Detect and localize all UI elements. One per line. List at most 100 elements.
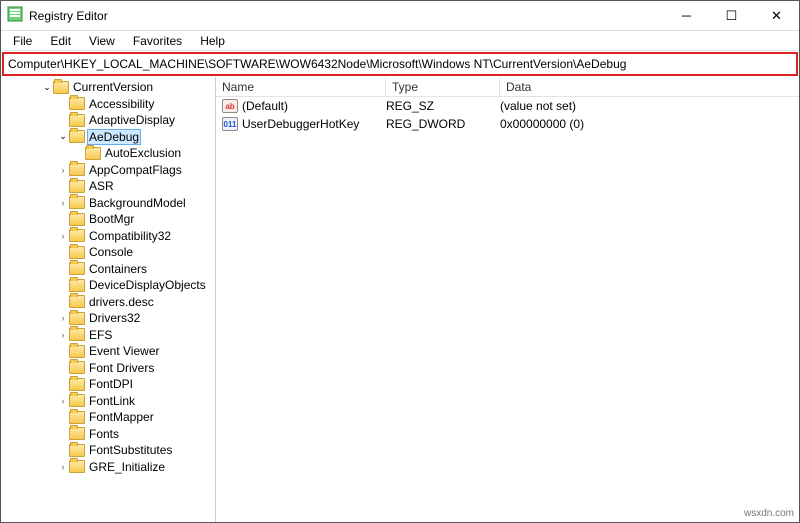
folder-icon — [85, 147, 101, 160]
tree-item-label: Containers — [87, 262, 149, 276]
folder-icon — [69, 114, 85, 127]
folder-icon — [69, 262, 85, 275]
tree-item[interactable]: › AppCompatFlags — [1, 162, 215, 179]
value-row[interactable]: 011UserDebuggerHotKeyREG_DWORD0x00000000… — [216, 115, 799, 133]
column-type[interactable]: Type — [386, 77, 500, 96]
folder-icon — [69, 394, 85, 407]
tree-item[interactable]: Console — [1, 244, 215, 261]
tree-item[interactable]: BootMgr — [1, 211, 215, 228]
folder-icon — [69, 130, 85, 143]
chevron-down-icon[interactable]: ⌄ — [41, 82, 53, 93]
folder-icon — [69, 444, 85, 457]
menu-edit[interactable]: Edit — [42, 32, 79, 50]
titlebar[interactable]: Registry Editor ─ ☐ ✕ — [1, 1, 799, 31]
folder-icon — [69, 97, 85, 110]
tree-item[interactable]: › Compatibility32 — [1, 228, 215, 245]
folder-icon — [69, 163, 85, 176]
tree-item[interactable]: › GRE_Initialize — [1, 459, 215, 476]
chevron-right-icon[interactable]: › — [57, 165, 69, 175]
value-row[interactable]: ab(Default)REG_SZ(value not set) — [216, 97, 799, 115]
tree-item[interactable]: Accessibility — [1, 96, 215, 113]
folder-icon — [53, 81, 69, 94]
folder-icon — [69, 295, 85, 308]
value-type: REG_SZ — [386, 99, 500, 113]
folder-icon — [69, 427, 85, 440]
close-button[interactable]: ✕ — [754, 1, 799, 31]
tree-item[interactable]: ⌄ CurrentVersion — [1, 79, 215, 96]
folder-icon — [69, 460, 85, 473]
tree-item[interactable]: › FontLink — [1, 393, 215, 410]
address-bar-container — [2, 52, 798, 76]
menu-favorites[interactable]: Favorites — [125, 32, 190, 50]
tree-item-label: Event Viewer — [87, 344, 161, 358]
chevron-right-icon[interactable]: › — [57, 313, 69, 323]
folder-icon — [69, 378, 85, 391]
tree-item-label: Compatibility32 — [87, 229, 173, 243]
tree-item-label: FontSubstitutes — [87, 443, 174, 457]
tree-item[interactable]: › EFS — [1, 327, 215, 344]
tree-item-label: Accessibility — [87, 97, 156, 111]
folder-icon — [69, 229, 85, 242]
chevron-right-icon[interactable]: › — [57, 231, 69, 241]
tree-pane[interactable]: ⌄ CurrentVersion Accessibility AdaptiveDisp… — [1, 77, 216, 522]
tree-item[interactable]: Containers — [1, 261, 215, 278]
minimize-button[interactable]: ─ — [664, 1, 709, 31]
value-data: 0x00000000 (0) — [500, 117, 799, 131]
tree-item-label: FontDPI — [87, 377, 135, 391]
tree-item-label: FontLink — [87, 394, 137, 408]
tree-item[interactable]: ASR — [1, 178, 215, 195]
tree-item-label: CurrentVersion — [71, 80, 155, 94]
menu-help[interactable]: Help — [192, 32, 233, 50]
tree-item-label: AutoExclusion — [103, 146, 183, 160]
folder-icon — [69, 345, 85, 358]
address-bar[interactable] — [4, 55, 796, 73]
chevron-right-icon[interactable]: › — [57, 396, 69, 406]
tree-item[interactable]: ⌄ AeDebug — [1, 129, 215, 146]
tree-item-label: Drivers32 — [87, 311, 142, 325]
folder-icon — [69, 279, 85, 292]
folder-icon — [69, 361, 85, 374]
tree-item[interactable]: AdaptiveDisplay — [1, 112, 215, 129]
watermark: wsxdn.com — [744, 508, 794, 519]
maximize-button[interactable]: ☐ — [709, 1, 754, 31]
values-pane: Name Type Data ab(Default)REG_SZ(value n… — [216, 77, 799, 522]
registry-editor-window: Registry Editor ─ ☐ ✕ File Edit View Fav… — [0, 0, 800, 523]
tree-item[interactable]: drivers.desc — [1, 294, 215, 311]
tree-item[interactable]: ›BackgroundModel — [1, 195, 215, 212]
tree-item[interactable]: Event Viewer — [1, 343, 215, 360]
tree-item[interactable]: FontDPI — [1, 376, 215, 393]
chevron-right-icon[interactable]: › — [57, 330, 69, 340]
tree-item[interactable]: Fonts — [1, 426, 215, 443]
tree-item-label: GRE_Initialize — [87, 460, 167, 474]
folder-icon — [69, 246, 85, 259]
window-title: Registry Editor — [29, 9, 108, 23]
tree-item-label: ASR — [87, 179, 116, 193]
tree-item-label: AeDebug — [87, 129, 141, 145]
chevron-right-icon[interactable]: › — [57, 198, 69, 208]
column-data[interactable]: Data — [500, 77, 799, 96]
folder-icon — [69, 312, 85, 325]
tree-item[interactable]: › Drivers32 — [1, 310, 215, 327]
tree-item[interactable]: FontMapper — [1, 409, 215, 426]
chevron-down-icon[interactable]: ⌄ — [57, 131, 69, 142]
folder-icon — [69, 328, 85, 341]
folder-icon — [69, 213, 85, 226]
menu-view[interactable]: View — [81, 32, 123, 50]
tree-item-label: Fonts — [87, 427, 121, 441]
tree-item-label: EFS — [87, 328, 114, 342]
value-type: REG_DWORD — [386, 117, 500, 131]
tree-item-label: AdaptiveDisplay — [87, 113, 177, 127]
tree-item-label: drivers.desc — [87, 295, 156, 309]
value-name: UserDebuggerHotKey — [242, 117, 386, 131]
menu-file[interactable]: File — [5, 32, 40, 50]
tree-item[interactable]: FontSubstitutes — [1, 442, 215, 459]
tree-item-label: AppCompatFlags — [87, 163, 184, 177]
column-name[interactable]: Name — [216, 77, 386, 96]
value-list[interactable]: ab(Default)REG_SZ(value not set)011UserD… — [216, 97, 799, 522]
chevron-right-icon[interactable]: › — [57, 462, 69, 472]
tree-item[interactable]: DeviceDisplayObjects — [1, 277, 215, 294]
menubar: File Edit View Favorites Help — [1, 31, 799, 51]
column-headers[interactable]: Name Type Data — [216, 77, 799, 97]
tree-item[interactable]: AutoExclusion — [1, 145, 215, 162]
tree-item[interactable]: Font Drivers — [1, 360, 215, 377]
